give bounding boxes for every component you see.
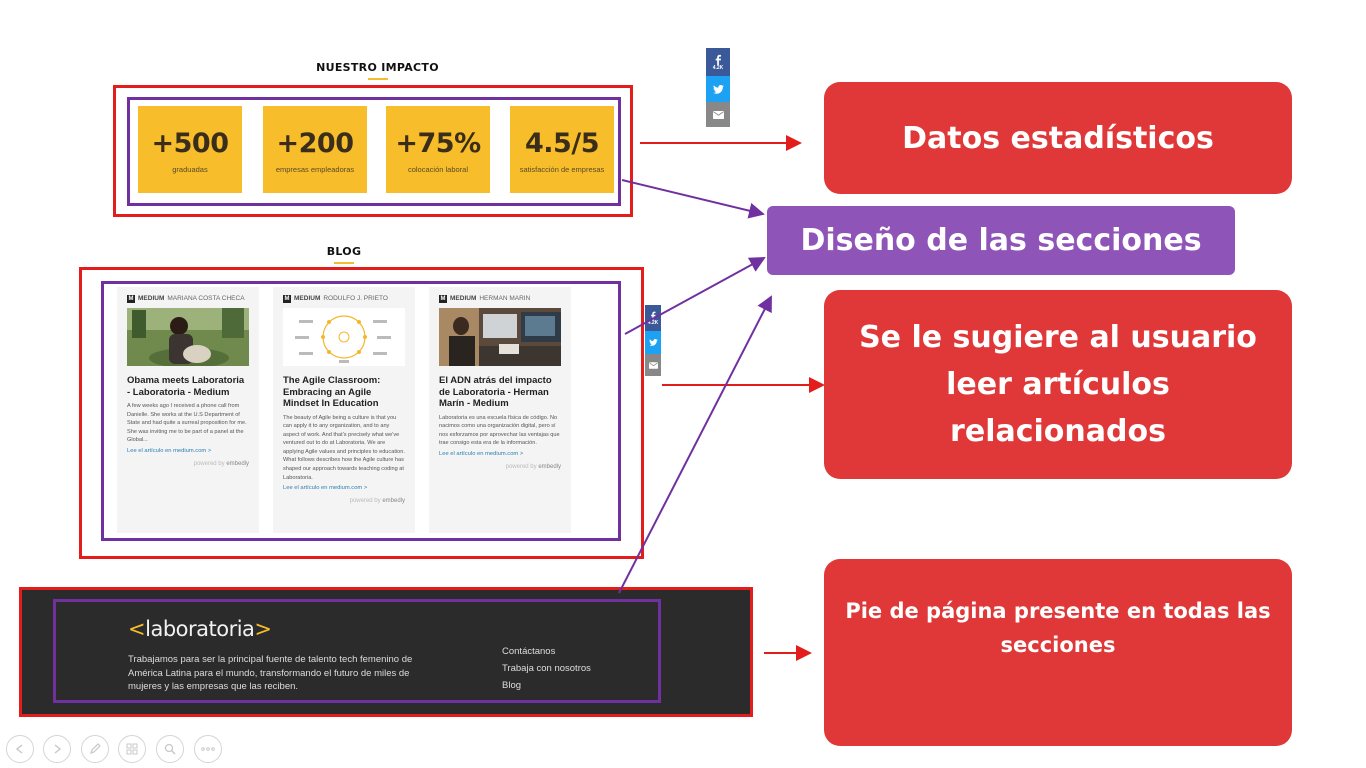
zoom-icon bbox=[164, 743, 176, 755]
arrow-design-stats bbox=[621, 179, 765, 219]
pen-icon bbox=[90, 743, 101, 754]
prev-icon bbox=[15, 744, 23, 754]
more-icon bbox=[201, 747, 215, 751]
callout-stats: Datos estadísticos bbox=[824, 82, 1292, 194]
callout-footer: Pie de página presente en todas las secc… bbox=[824, 559, 1292, 746]
prev-slide-button[interactable] bbox=[6, 735, 34, 763]
zoom-button[interactable] bbox=[156, 735, 184, 763]
next-icon bbox=[54, 744, 62, 754]
callout-related: Se le sugiere al usuario leer artículos … bbox=[824, 290, 1292, 479]
arrow-design-footer bbox=[618, 295, 772, 594]
callout-design: Diseño de las secciones bbox=[767, 206, 1235, 275]
arrow-design-blog bbox=[624, 257, 766, 335]
slides-icon bbox=[126, 743, 138, 755]
next-slide-button[interactable] bbox=[43, 735, 71, 763]
slides-view-button[interactable] bbox=[118, 735, 146, 763]
more-options-button[interactable] bbox=[194, 735, 222, 763]
pen-tool-button[interactable] bbox=[81, 735, 109, 763]
